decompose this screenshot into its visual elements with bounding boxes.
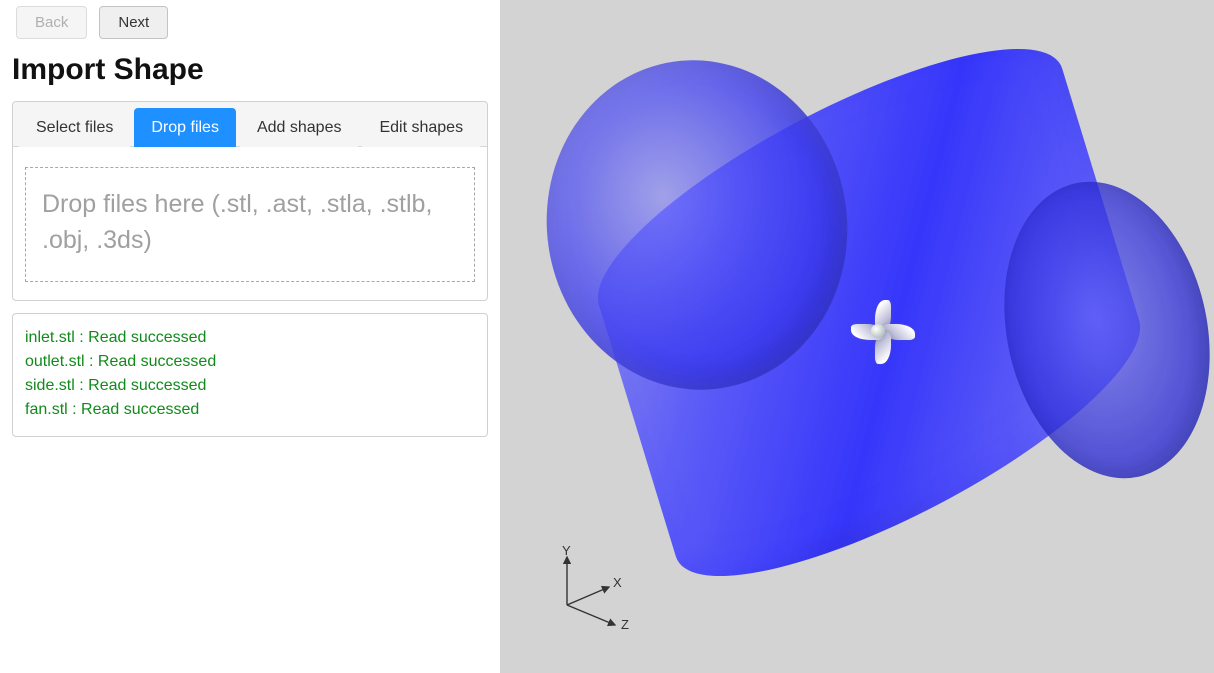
import-tabs: Select files Drop files Add shapes Edit … [13,102,487,147]
axis-z-label: Z [621,617,629,632]
drop-area-wrap: Drop files here (.stl, .ast, .stla, .stl… [13,147,487,294]
tab-edit-shapes[interactable]: Edit shapes [362,108,480,147]
fan-mesh [847,290,907,350]
import-tabs-card: Select files Drop files Add shapes Edit … [12,101,488,301]
next-button[interactable]: Next [99,6,168,39]
drop-zone[interactable]: Drop files here (.stl, .ast, .stla, .stl… [25,167,475,282]
import-log: inlet.stl : Read successed outlet.stl : … [12,313,488,437]
log-line: outlet.stl : Read successed [25,350,475,374]
log-line: side.stl : Read successed [25,374,475,398]
page-title: Import Shape [12,49,488,101]
cylinder-mesh [517,30,1197,590]
axis-y-label: Y [562,543,571,558]
tab-add-shapes[interactable]: Add shapes [240,108,359,147]
axis-gizmo: Y X Z [547,545,637,635]
log-line: fan.stl : Read successed [25,398,475,422]
axis-x-label: X [613,575,622,590]
left-panel: Back Next Import Shape Select files Drop… [0,0,500,673]
log-line: inlet.stl : Read successed [25,326,475,350]
viewport-3d[interactable]: Y X Z [500,0,1214,673]
wizard-nav: Back Next [12,0,488,49]
back-button[interactable]: Back [16,6,87,39]
tab-drop-files[interactable]: Drop files [134,108,236,147]
tab-select-files[interactable]: Select files [19,108,130,147]
